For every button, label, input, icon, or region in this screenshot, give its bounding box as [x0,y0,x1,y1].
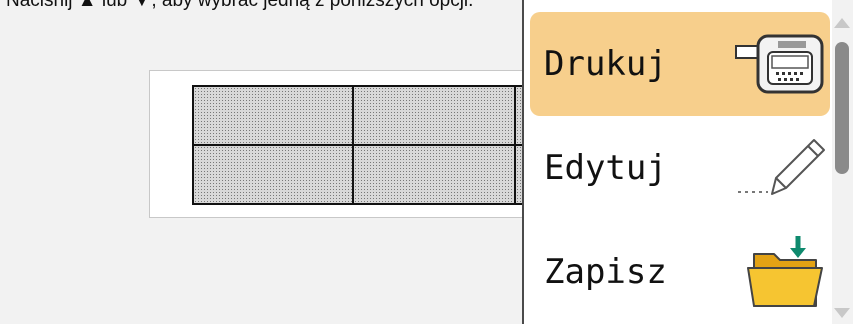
scroll-up-arrow-icon[interactable] [834,18,850,28]
menu-scrollbar[interactable] [832,0,853,324]
table-cell [194,87,352,144]
table-cell [194,146,352,203]
label-preview-table [192,85,528,205]
option-menu: Drukuj Edytuj Zapisz [524,0,832,324]
scroll-thumb[interactable] [835,42,849,174]
printer-icon [734,24,826,104]
menu-item-label: Drukuj [544,44,667,84]
scroll-down-arrow-icon[interactable] [834,308,850,318]
table-cell [354,87,514,144]
menu-item-edit[interactable]: Edytuj [530,116,830,220]
menu-item-save[interactable]: Zapisz [530,220,830,324]
menu-item-label: Edytuj [544,148,667,188]
pencil-icon [734,128,826,208]
table-cell [354,146,514,203]
menu-item-label: Zapisz [544,252,667,292]
menu-item-print[interactable]: Drukuj [530,12,830,116]
save-folder-icon [734,232,826,312]
